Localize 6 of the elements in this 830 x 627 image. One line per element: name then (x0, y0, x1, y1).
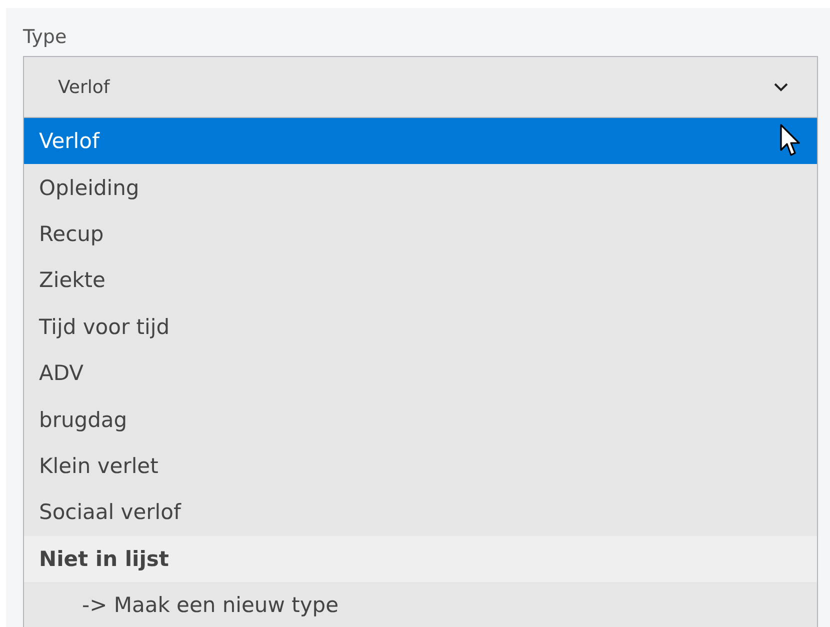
field-label: Type (23, 26, 68, 48)
dropdown-option[interactable]: Verlof (24, 118, 817, 164)
type-select[interactable]: Verlof (23, 56, 818, 118)
mouse-pointer-icon (780, 124, 802, 158)
group-heading: Niet in lijst (24, 536, 817, 582)
chevron-down-icon (773, 82, 789, 92)
